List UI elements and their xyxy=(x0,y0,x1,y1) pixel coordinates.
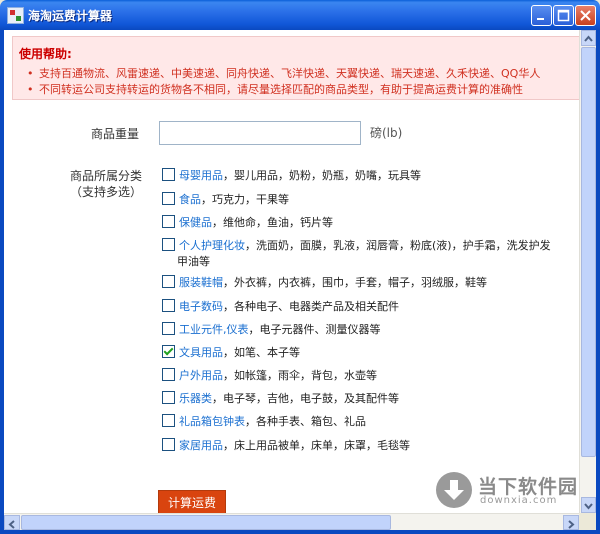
help-panel: 使用帮助: • 支持百通物流、风雷速递、中美速递、同舟快递、飞洋快递、天翼快递、瑞… xyxy=(12,36,588,100)
category-label: 商品所属分类 （支持多选） xyxy=(68,168,144,200)
client-area: 使用帮助: • 支持百通物流、风雷速递、中美速递、同舟快递、飞洋快递、天翼快递、瑞… xyxy=(4,30,596,530)
category-description: ，床上用品被单，床单，床罩，毛毯等 xyxy=(223,439,410,452)
category-checkbox[interactable] xyxy=(162,368,175,381)
category-name[interactable]: 乐器类 xyxy=(179,392,212,405)
arrow-up-icon xyxy=(584,35,593,42)
category-checkbox[interactable] xyxy=(162,192,175,205)
category-item: 家居用品，床上用品被单，床单，床罩，毛毯等 xyxy=(162,437,410,453)
weight-label: 商品重量 xyxy=(91,127,140,141)
scroll-up-button[interactable] xyxy=(581,30,596,46)
arrow-left-icon xyxy=(8,520,15,529)
category-item: 礼品箱包钟表，各种手表、箱包、礼品 xyxy=(162,413,366,429)
bullet: • xyxy=(27,83,34,96)
category-item: 服装鞋帽，外衣裤，内衣裤，围巾，手套，帽子，羽绒服，鞋等 xyxy=(162,274,487,290)
watermark: 当下软件园 downxia.com xyxy=(436,470,584,512)
window-title: 海淘运费计算器 xyxy=(28,9,113,23)
category-name[interactable]: 服装鞋帽 xyxy=(179,276,223,289)
horizontal-scrollbar[interactable] xyxy=(4,513,579,530)
category-item: 文具用品，如笔、本子等 xyxy=(162,344,300,360)
scroll-down-button[interactable] xyxy=(581,497,596,513)
category-name[interactable]: 母婴用品 xyxy=(179,169,223,182)
category-checkbox[interactable] xyxy=(162,414,175,427)
category-name[interactable]: 礼品箱包钟表 xyxy=(179,415,245,428)
vertical-scrollbar[interactable] xyxy=(579,30,596,513)
category-name[interactable]: 家居用品 xyxy=(179,439,223,452)
category-name[interactable]: 文具用品 xyxy=(179,346,223,359)
category-checkbox[interactable] xyxy=(162,299,175,312)
maximize-icon xyxy=(557,9,570,22)
app-icon xyxy=(7,7,24,24)
maximize-button[interactable] xyxy=(553,5,574,26)
arrow-right-icon xyxy=(568,520,575,529)
category-label-title: 商品所属分类 xyxy=(69,169,142,183)
window-border-bottom xyxy=(0,530,600,534)
category-description: ，洗面奶，面膜，乳液，润唇膏，粉底(液)，护手霜，洗发护发 xyxy=(245,239,551,252)
minimize-button[interactable] xyxy=(531,5,552,26)
category-description: ，电子元器件、测量仪器等 xyxy=(248,323,381,336)
category-name[interactable]: 保健品 xyxy=(179,216,212,229)
category-name[interactable]: 户外用品 xyxy=(179,369,223,382)
scrollbar-corner xyxy=(579,513,596,530)
category-description: ，外衣裤，内衣裤，围巾，手套，帽子，羽绒服，鞋等 xyxy=(223,276,487,289)
category-description: ，巧克力，干果等 xyxy=(201,193,289,206)
category-checkbox[interactable] xyxy=(162,215,175,228)
scroll-thumb-horizontal[interactable] xyxy=(21,515,391,530)
category-description: ，各种电子、电器类产品及相关配件 xyxy=(223,300,399,313)
help-title: 使用帮助: xyxy=(19,47,72,61)
download-logo-icon xyxy=(436,472,472,508)
category-item: 母婴用品，婴儿用品，奶粉，奶瓶，奶嘴，玩具等 xyxy=(162,167,421,183)
minimize-icon xyxy=(537,18,544,20)
category-checkbox[interactable] xyxy=(162,275,175,288)
category-description: ，电子琴，吉他，电子鼓，及其配件等 xyxy=(212,392,399,405)
category-item: 户外用品，如帐篷，雨伞，背包，水壶等 xyxy=(162,367,377,383)
category-item: 个人护理化妆，洗面奶，面膜，乳液，润唇膏，粉底(液)，护手霜，洗发护发甲油等 xyxy=(162,237,551,268)
category-item: 乐器类，电子琴，吉他，电子鼓，及其配件等 xyxy=(162,390,399,406)
category-checkbox[interactable] xyxy=(162,438,175,451)
scroll-right-button[interactable] xyxy=(563,515,579,530)
weight-unit: 磅(lb) xyxy=(370,126,403,140)
category-item: 保健品，维他命，鱼油，钙片等 xyxy=(162,214,333,230)
bullet: • xyxy=(27,67,34,80)
category-item: 食品，巧克力，干果等 xyxy=(162,191,289,207)
app-window: 海淘运费计算器 使用帮助: • 支持百通物流、风雷速递、中美速递、同舟快递、飞洋快… xyxy=(0,0,600,534)
category-description: ，维他命，鱼油，钙片等 xyxy=(212,216,333,229)
category-description-continued: 甲油等 xyxy=(177,255,210,268)
category-item: 电子数码，各种电子、电器类产品及相关配件 xyxy=(162,298,399,314)
arrow-down-icon xyxy=(584,503,593,510)
category-name[interactable]: 食品 xyxy=(179,193,201,206)
category-checkbox[interactable] xyxy=(162,391,175,404)
scroll-thumb[interactable] xyxy=(581,47,596,457)
close-icon xyxy=(580,10,591,21)
help-line-text: 支持百通物流、风雷速递、中美速递、同舟快递、飞洋快递、天翼快递、瑞天速递、久禾快… xyxy=(39,67,541,80)
category-item: 工业元件,仪表，电子元器件、测量仪器等 xyxy=(162,321,381,337)
window-border-right xyxy=(596,30,600,534)
category-description: ，各种手表、箱包、礼品 xyxy=(245,415,366,428)
scroll-left-button[interactable] xyxy=(4,515,20,530)
category-checkbox[interactable] xyxy=(162,322,175,335)
calculate-button[interactable]: 计算运费 xyxy=(158,490,226,515)
category-checkbox[interactable] xyxy=(162,238,175,251)
category-description: ，婴儿用品，奶粉，奶瓶，奶嘴，玩具等 xyxy=(223,169,421,182)
help-line-text: 不同转运公司支持转运的货物各不相同，请尽量选择匹配的商品类型，有助于提高运费计算… xyxy=(39,83,523,96)
category-name[interactable]: 电子数码 xyxy=(179,300,223,313)
help-line: • 支持百通物流、风雷速递、中美速递、同舟快递、飞洋快递、天翼快递、瑞天速递、久禾… xyxy=(27,65,540,81)
category-checkbox[interactable] xyxy=(162,168,175,181)
title-bar[interactable]: 海淘运费计算器 xyxy=(0,0,600,30)
category-description: ，如帐篷，雨伞，背包，水壶等 xyxy=(223,369,377,382)
watermark-subtext: downxia.com xyxy=(480,495,558,506)
category-name[interactable]: 个人护理化妆 xyxy=(179,239,245,252)
category-description: ，如笔、本子等 xyxy=(223,346,300,359)
weight-input[interactable] xyxy=(159,121,361,145)
category-name[interactable]: 工业元件,仪表 xyxy=(179,323,249,336)
close-button[interactable] xyxy=(575,5,596,26)
category-checkbox[interactable] xyxy=(162,345,175,358)
category-label-hint: （支持多选） xyxy=(69,185,142,199)
help-line: • 不同转运公司支持转运的货物各不相同，请尽量选择匹配的商品类型，有助于提高运费计… xyxy=(27,81,523,97)
